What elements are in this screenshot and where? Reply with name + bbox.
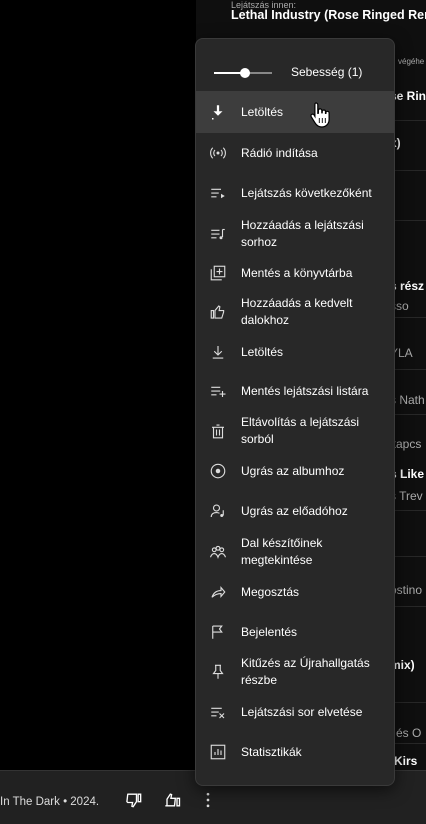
menu-item-report[interactable]: Bejelentés: [196, 612, 394, 652]
queue-divider: [390, 170, 426, 171]
menu-item-view-credits[interactable]: Dal készítőinek megtekintése: [196, 532, 394, 572]
menu-item-dismiss-queue[interactable]: Lejátszási sor elvetése: [196, 692, 394, 732]
queue-fragment: s Like: [390, 467, 425, 481]
thumb-up-icon: [208, 302, 228, 322]
menu-item-share[interactable]: Megosztás: [196, 572, 394, 612]
menu-item-label: Mentés lejátszási listára: [241, 383, 369, 398]
menu-item-label: Statisztikák: [241, 744, 302, 759]
playlist-add-icon: [208, 381, 228, 401]
queue-divider: [390, 606, 426, 607]
menu-item-add-to-queue[interactable]: Hozzáadás a lejátszási sorhoz: [196, 214, 394, 254]
speed-label: Sebesség (1): [291, 65, 363, 79]
queue-fragment: végéhe: [398, 57, 425, 66]
menu-item-label: Ugrás az albumhoz: [241, 463, 345, 478]
queue-current-title[interactable]: Lethal Industry (Rose Ringed Ren: [231, 8, 426, 22]
thumb-up-icon[interactable]: [162, 790, 182, 810]
menu-item-label: Letöltés: [241, 344, 284, 359]
speed-control[interactable]: Sebesség (1): [196, 39, 394, 91]
credits-icon: [208, 542, 228, 562]
queue-divider: [390, 743, 426, 744]
queue-divider: [390, 120, 426, 121]
menu-item-label: Bejelentés: [241, 624, 298, 639]
menu-item-go-artist[interactable]: Ugrás az előadóhoz: [196, 491, 394, 531]
context-menu: Sebesség (1) Letöltés Rádió indítása Leját…: [195, 38, 395, 786]
menu-item-stats[interactable]: Statisztikák: [196, 732, 394, 772]
more-vert-icon[interactable]: [198, 790, 218, 810]
menu-item-label: Lejátszás következőként: [241, 185, 372, 200]
library-add-icon: [208, 263, 228, 283]
menu-item-label: Dal készítőinek megtekintése: [241, 536, 323, 567]
queue-fragment: s Nath: [390, 393, 425, 407]
stats-icon: [208, 742, 228, 762]
menu-item-start-radio[interactable]: Rádió indítása: [196, 133, 394, 173]
menu-item-label: Megosztás: [241, 584, 300, 599]
menu-item-label: Lejátszási sor elvetése: [241, 704, 363, 719]
menu-item-label: Mentés a könyvtárba: [241, 265, 353, 280]
queue-divider: [390, 220, 426, 221]
menu-item-save-library[interactable]: Mentés a könyvtárba: [196, 254, 394, 292]
thumb-down-icon[interactable]: [124, 790, 144, 810]
queue-divider: [390, 510, 426, 511]
menu-item-label: Hozzáadás a lejátszási sorhoz: [241, 218, 364, 249]
player-subtitle: In The Dark • 2024.: [0, 796, 100, 808]
menu-item-label: Ugrás az előadóhoz: [241, 503, 348, 518]
menu-item-label: Kitűzés az Újrahallgatás részbe: [241, 656, 370, 687]
menu-item-play-next[interactable]: Lejátszás következőként: [196, 173, 394, 213]
menu-item-add-liked[interactable]: Hozzáadás a kedvelt dalokhoz: [196, 292, 394, 332]
queue-music-icon: [208, 224, 228, 244]
share-icon: [208, 582, 228, 602]
menu-item-remove-queue[interactable]: Eltávolítás a lejátszási sorból: [196, 411, 394, 451]
menu-item-label: Hozzáadás a kedvelt dalokhoz: [241, 296, 353, 327]
queue-divider: [390, 317, 426, 318]
queue-divider: [390, 702, 426, 703]
menu-item-pin-listen-again[interactable]: Kitűzés az Újrahallgatás részbe: [196, 652, 394, 692]
menu-item-label: Eltávolítás a lejátszási sorból: [241, 415, 360, 446]
queue-divider: [390, 369, 426, 370]
menu-item-save-playlist[interactable]: Mentés lejátszási listára: [196, 371, 394, 411]
speed-slider-knob[interactable]: [240, 68, 250, 78]
album-icon: [208, 461, 228, 481]
play-next-icon: [208, 183, 228, 203]
trash-icon: [208, 421, 228, 441]
download-arrow-icon: [208, 102, 228, 122]
pin-icon: [208, 662, 228, 682]
download-icon: [208, 342, 228, 362]
menu-item-download[interactable]: Letöltés: [196, 332, 394, 372]
queue-fragment: se Rin: [390, 89, 426, 103]
queue-fragment: s rész: [390, 279, 425, 293]
menu-item-go-album[interactable]: Ugrás az albumhoz: [196, 452, 394, 490]
clear-queue-icon: [208, 702, 228, 722]
menu-item-download-top[interactable]: Letöltés: [196, 91, 394, 133]
hand-cursor-icon: [310, 102, 330, 128]
artist-icon: [208, 501, 228, 521]
menu-item-label: Rádió indítása: [241, 145, 318, 160]
radio-icon: [208, 143, 228, 163]
queue-divider: [390, 556, 426, 557]
queue-divider: [390, 414, 426, 415]
flag-icon: [208, 622, 228, 642]
